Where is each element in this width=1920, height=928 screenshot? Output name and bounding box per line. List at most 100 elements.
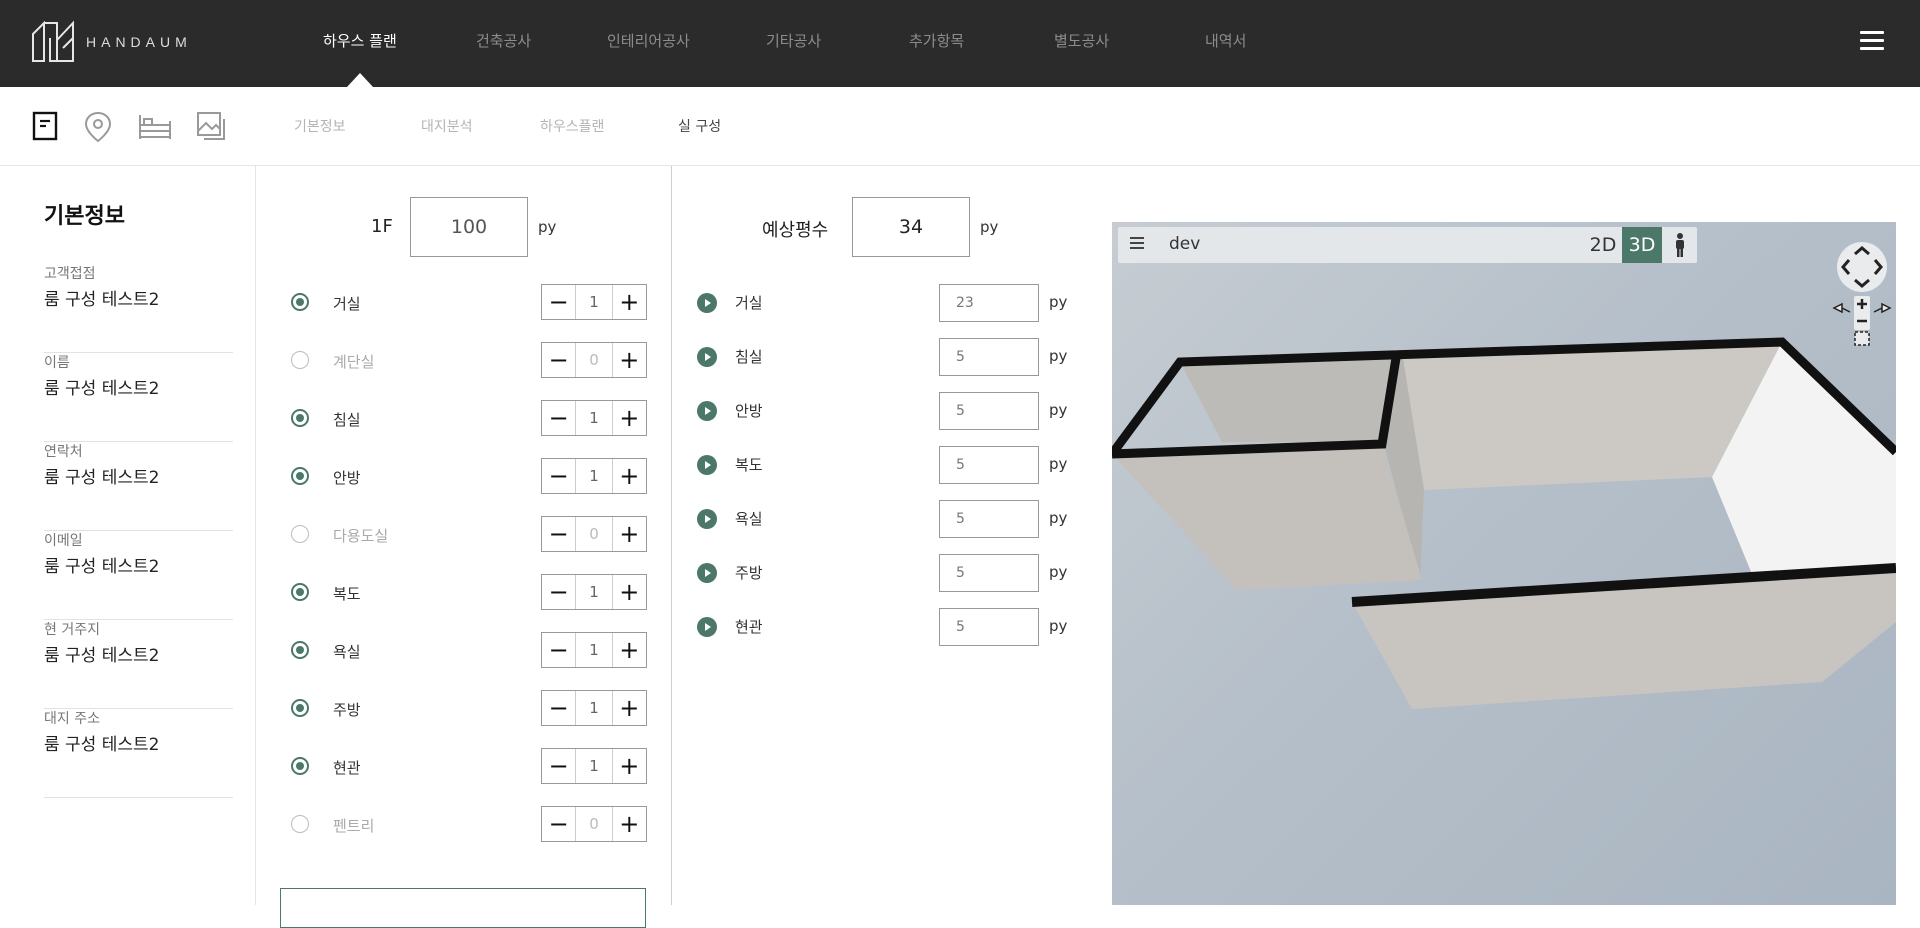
room-count-value[interactable]: 0: [575, 807, 613, 841]
area-input[interactable]: 5: [939, 608, 1039, 646]
minus-icon[interactable]: −: [542, 401, 575, 435]
nav-separate-works[interactable]: 별도공사: [1054, 30, 1109, 51]
room-label: 계단실: [333, 353, 375, 371]
info-field-site-address: 대지 주소 룸 구성 테스트2: [44, 708, 233, 798]
room-radio[interactable]: [291, 699, 309, 717]
play-icon[interactable]: [697, 293, 717, 313]
room-label: 안방: [333, 469, 361, 487]
minus-icon[interactable]: −: [542, 285, 575, 319]
zoom-control-icon[interactable]: [1832, 294, 1892, 346]
play-icon[interactable]: [697, 509, 717, 529]
area-room-label: 거실: [735, 294, 763, 312]
location-pin-icon[interactable]: [84, 111, 112, 147]
plus-icon[interactable]: +: [613, 691, 646, 725]
play-icon[interactable]: [697, 455, 717, 475]
basic-info-panel: 기본정보 고객접점 룸 구성 테스트2 이름 룸 구성 테스트2 연락처 룸 구…: [0, 166, 256, 905]
area-input[interactable]: 5: [939, 446, 1039, 484]
minus-icon[interactable]: −: [542, 749, 575, 783]
info-label: 현 거주지: [44, 622, 100, 638]
subnav-site-analysis[interactable]: 대지분석: [421, 116, 473, 136]
document-icon[interactable]: [32, 111, 58, 145]
area-input[interactable]: 5: [939, 554, 1039, 592]
room-count-value[interactable]: 1: [575, 691, 613, 725]
room-count-value[interactable]: 1: [575, 401, 613, 435]
minus-icon[interactable]: −: [542, 575, 575, 609]
nav-house-plan[interactable]: 하우스 플랜: [323, 30, 397, 51]
menu-icon[interactable]: [1860, 31, 1884, 53]
minus-icon[interactable]: −: [542, 691, 575, 725]
viewer-menu-icon[interactable]: [1130, 237, 1144, 251]
minus-icon[interactable]: −: [542, 807, 575, 841]
play-icon[interactable]: [697, 347, 717, 367]
area-input[interactable]: 5: [939, 338, 1039, 376]
room-radio[interactable]: [291, 293, 309, 311]
room-count-value[interactable]: 0: [575, 343, 613, 377]
minus-icon[interactable]: −: [542, 343, 575, 377]
nav-estimate[interactable]: 내역서: [1205, 30, 1246, 51]
view-3d-button[interactable]: 3D: [1622, 227, 1662, 263]
area-row-entrance: 현관 5 py: [697, 608, 1067, 646]
minus-icon[interactable]: −: [542, 517, 575, 551]
room-label: 펜트리: [333, 817, 375, 835]
room-count-value[interactable]: 1: [575, 285, 613, 319]
plus-icon[interactable]: +: [613, 633, 646, 667]
plus-icon[interactable]: +: [613, 575, 646, 609]
brand-logo[interactable]: HANDAUM: [30, 20, 192, 64]
3d-floorplan-viewer[interactable]: dev 2D 3D: [1112, 222, 1896, 905]
nav-construction[interactable]: 건축공사: [476, 30, 531, 51]
area-input[interactable]: 5: [939, 500, 1039, 538]
room-radio[interactable]: [291, 641, 309, 659]
nav-interior[interactable]: 인테리어공사: [607, 30, 690, 51]
room-count-value[interactable]: 1: [575, 633, 613, 667]
area-unit: py: [1049, 347, 1068, 365]
room-count-value[interactable]: 1: [575, 459, 613, 493]
info-value: 룸 구성 테스트2: [44, 735, 160, 755]
plus-icon[interactable]: +: [613, 459, 646, 493]
subnav-basic-info[interactable]: 기본정보: [294, 116, 346, 136]
info-label: 고객접점: [44, 266, 96, 282]
plus-icon[interactable]: +: [613, 517, 646, 551]
room-radio[interactable]: [291, 351, 309, 369]
wall-face: [1112, 444, 1422, 590]
room-count-value[interactable]: 1: [575, 575, 613, 609]
subnav-house-plan[interactable]: 하우스플랜: [540, 116, 604, 136]
view-2d-button[interactable]: 2D: [1584, 227, 1622, 263]
nav-additional-items[interactable]: 추가항목: [909, 30, 964, 51]
room-label: 욕실: [333, 643, 361, 661]
plus-icon[interactable]: +: [613, 401, 646, 435]
room-radio[interactable]: [291, 467, 309, 485]
area-input[interactable]: 23: [939, 284, 1039, 322]
room-radio[interactable]: [291, 409, 309, 427]
room-label: 현관: [333, 759, 361, 777]
room-count-value[interactable]: 1: [575, 749, 613, 783]
play-icon[interactable]: [697, 401, 717, 421]
pan-control-icon[interactable]: [1835, 240, 1889, 294]
room-count-stepper: − 0 +: [541, 342, 647, 378]
minus-icon[interactable]: −: [542, 459, 575, 493]
plus-icon[interactable]: +: [613, 749, 646, 783]
room-radio[interactable]: [291, 525, 309, 543]
walk-mode-button[interactable]: [1662, 227, 1697, 263]
room-radio[interactable]: [291, 815, 309, 833]
plus-icon[interactable]: +: [613, 343, 646, 377]
estimated-area-input[interactable]: 34: [852, 197, 970, 257]
plus-icon[interactable]: +: [613, 807, 646, 841]
nav-other-works[interactable]: 기타공사: [766, 30, 821, 51]
area-unit: py: [1049, 401, 1068, 419]
image-icon[interactable]: [196, 111, 226, 147]
minus-icon[interactable]: −: [542, 633, 575, 667]
room-radio[interactable]: [291, 757, 309, 775]
info-value: 룸 구성 테스트2: [44, 557, 160, 577]
bed-icon[interactable]: [138, 111, 172, 145]
play-icon[interactable]: [697, 617, 717, 637]
play-icon[interactable]: [697, 563, 717, 583]
area-input[interactable]: 5: [939, 392, 1039, 430]
area-row-hallway: 복도 5 py: [697, 446, 1067, 484]
viewer-navigation-controls: [1832, 240, 1892, 346]
subnav-room-composition[interactable]: 실 구성: [678, 116, 721, 136]
plus-icon[interactable]: +: [613, 285, 646, 319]
room-radio[interactable]: [291, 583, 309, 601]
room-count-value[interactable]: 0: [575, 517, 613, 551]
floor-area-input[interactable]: 100: [410, 197, 528, 257]
bottom-action-button[interactable]: [280, 888, 646, 928]
